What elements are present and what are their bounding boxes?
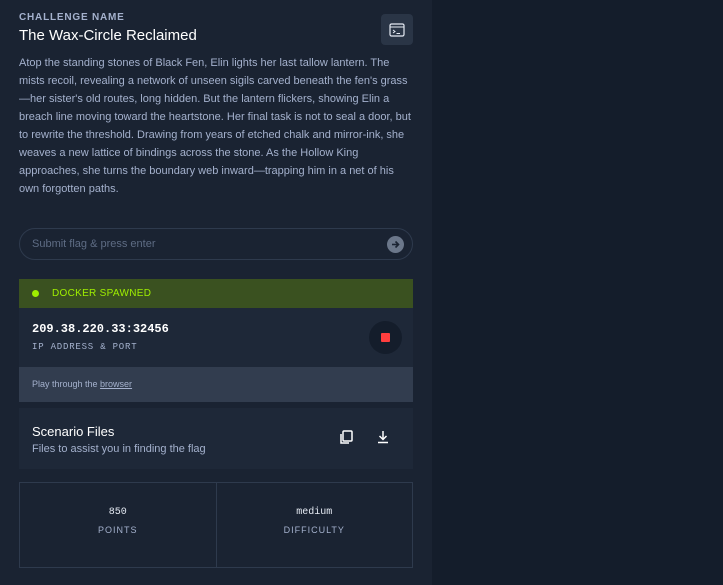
challenge-title: The Wax-Circle Reclaimed [19,27,197,44]
flag-input-container [19,228,413,260]
terminal-icon [389,22,405,37]
download-button[interactable] [374,428,392,446]
ip-address-card: 209.38.220.33:32456 IP ADDRESS & PORT [19,308,413,367]
flag-input[interactable] [32,229,372,259]
challenge-description: Atop the standing stones of Black Fen, E… [19,57,411,195]
right-background [432,0,723,585]
stop-icon [381,333,390,342]
scenario-files-card: Scenario Files Files to assist you in fi… [19,408,413,469]
browser-play-prefix: Play through the [32,379,101,389]
submit-flag-button[interactable] [387,236,404,253]
ip-port-label: IP ADDRESS & PORT [32,342,138,352]
difficulty-value: medium [296,507,333,518]
status-dot-icon [32,290,39,297]
points-label: POINTS [97,525,138,535]
browser-play-text: Play through the browser [32,379,132,389]
copy-button[interactable] [337,428,355,446]
ip-port-value[interactable]: 209.38.220.33:32456 [32,322,169,336]
docker-status-label: DOCKER SPAWNED [52,288,152,299]
challenge-panel: CHALLENGE NAME The Wax-Circle Reclaimed … [0,0,432,585]
docker-status-bar: DOCKER SPAWNED [19,279,413,308]
points-stat: 850 POINTS [20,483,216,567]
challenge-stats: 850 POINTS medium DIFFICULTY [19,482,413,568]
challenge-name-label: CHALLENGE NAME [19,12,125,23]
arrow-right-circle-icon [392,240,400,249]
difficulty-stat: medium DIFFICULTY [215,483,413,567]
terminal-button[interactable] [381,14,413,45]
download-icon [378,431,388,444]
browser-link[interactable]: browser [100,379,132,389]
scenario-files-subtitle: Files to assist you in finding the flag [32,443,206,455]
difficulty-label: DIFFICULTY [283,525,345,535]
scenario-files-title: Scenario Files [32,424,115,439]
copy-icon [340,430,353,444]
stop-instance-button[interactable] [369,321,402,354]
browser-play-bar: Play through the browser [19,367,413,402]
points-value: 850 [108,507,127,518]
